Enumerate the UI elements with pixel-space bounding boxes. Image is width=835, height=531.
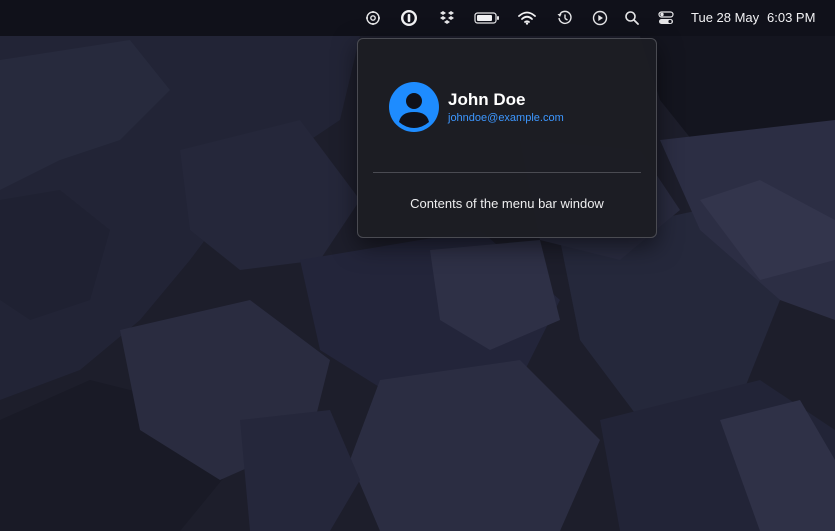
wifi-icon[interactable] [517, 8, 537, 28]
password-manager-icon[interactable] [399, 8, 419, 28]
menu-bar-window: John Doe johndoe@example.com Contents of… [357, 38, 657, 238]
menubar-date[interactable]: Tue 28 May [691, 10, 759, 25]
time-machine-icon[interactable] [555, 8, 575, 28]
avatar [389, 82, 439, 132]
play-icon[interactable] [590, 8, 610, 28]
status-gear-icon[interactable] [363, 8, 383, 28]
dropbox-icon[interactable] [437, 8, 457, 28]
divider [373, 172, 641, 173]
control-center-icon[interactable] [656, 8, 676, 28]
user-email-link[interactable]: johndoe@example.com [448, 112, 564, 124]
menu-bar: Tue 28 May 6:03 PM [0, 0, 835, 36]
person-icon [399, 93, 429, 128]
menubar-clock[interactable]: 6:03 PM [767, 10, 815, 25]
user-name: John Doe [448, 90, 526, 109]
window-contents-text: Contents of the menu bar window [410, 196, 604, 211]
battery-icon[interactable] [474, 8, 500, 28]
spotlight-search-icon[interactable] [622, 8, 642, 28]
desktop: Tue 28 May 6:03 PM John Doe johndoe@exam… [0, 0, 835, 531]
